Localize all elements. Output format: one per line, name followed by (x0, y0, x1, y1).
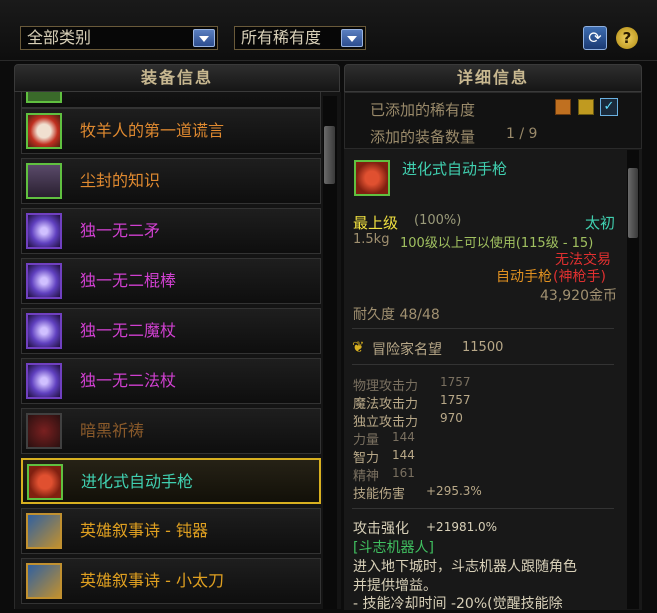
item-price: 43,920金币 (540, 288, 617, 304)
tooltip-scrollbar-thumb[interactable] (628, 168, 638, 238)
stat-value: 144 (392, 448, 415, 462)
stat-value: 161 (392, 466, 415, 480)
item-name: 英雄叙事诗 - 小太刀 (80, 571, 224, 590)
item-name: 独一无二矛 (80, 221, 161, 240)
effect-description: 进入地下城时，斗志机器人跟随角色 (353, 559, 577, 575)
stat-label: 技能伤害 (353, 487, 406, 502)
item-grade: 最上级 (353, 214, 399, 232)
list-item[interactable]: 独一无二矛 (21, 208, 321, 254)
item-durability: 耐久度 48/48 (353, 307, 440, 323)
fame-label: 冒险家名望 (372, 342, 442, 358)
item-type: 自动手枪 (496, 269, 552, 285)
stat-label: 物理攻击力 (353, 379, 419, 394)
sheep-mask-icon (26, 113, 62, 149)
stat-label: 精神 (353, 469, 380, 484)
staff-orb-icon (26, 363, 62, 399)
wand-orb-icon (26, 313, 62, 349)
item-tier: 太初 (585, 214, 616, 232)
divider (352, 328, 614, 329)
item-name: 牧羊人的第一道谎言 (80, 121, 225, 140)
added-rarity-label: 已添加的稀有度 (370, 101, 476, 119)
rarity-value: 所有稀有度 (241, 28, 322, 47)
equipment-list: 牧羊人的第一道谎言 尘封的知识 独一无二矛 独一无二棍棒 独一无二魔杖 独一无二… (14, 92, 341, 609)
chevron-down-icon[interactable] (193, 29, 215, 47)
stat-label: 力量 (353, 433, 380, 448)
list-item[interactable] (21, 92, 321, 108)
fame-value: 11500 (462, 340, 504, 355)
list-item[interactable]: 独一无二法杖 (21, 358, 321, 404)
list-item-selected[interactable]: 进化式自动手枪 (21, 458, 321, 504)
item-weight: 1.5kg (353, 232, 390, 247)
effect-description: 并提供增益。 (353, 578, 437, 594)
help-icon[interactable]: ? (616, 27, 638, 49)
category-dropdown[interactable]: 全部类别 (20, 26, 218, 50)
stat-label: 独立攻击力 (353, 415, 419, 430)
attack-boost-label: 攻击强化 (353, 521, 409, 537)
item-name: 独一无二魔杖 (80, 321, 177, 340)
item-name: 英雄叙事诗 - 钝器 (80, 521, 208, 540)
item-grade-pct: (100%) (414, 213, 462, 228)
auto-pistol-icon (354, 160, 390, 196)
effect-description: - 技能冷却时间 -20%(觉醒技能除 (353, 596, 563, 612)
refresh-icon[interactable]: ⟳ (583, 26, 607, 50)
item-name: 暗黑祈祷 (80, 421, 145, 440)
rarity-swatch-gold[interactable] (578, 99, 594, 115)
hero-blunt-icon (26, 513, 62, 549)
club-orb-icon (26, 263, 62, 299)
list-item[interactable]: 独一无二魔杖 (21, 308, 321, 354)
item-icon (26, 92, 62, 103)
item-name: 独一无二法杖 (80, 371, 177, 390)
item-name: 尘封的知识 (80, 171, 161, 190)
equipment-info-header: 装备信息 (14, 64, 340, 92)
stat-value: +295.3% (426, 484, 482, 498)
robot-name: [斗志机器人] (353, 540, 434, 556)
auto-pistol-icon (27, 464, 63, 500)
list-item[interactable]: 英雄叙事诗 - 钝器 (21, 508, 321, 554)
fame-icon: ❦ (352, 338, 365, 356)
item-name: 独一无二棍棒 (80, 271, 177, 290)
added-count-label: 添加的装备数量 (370, 128, 476, 146)
divider (352, 508, 614, 509)
list-item[interactable]: 英雄叙事诗 - 小太刀 (21, 558, 321, 604)
attack-boost-value: +21981.0% (426, 520, 498, 534)
spear-orb-icon (26, 213, 62, 249)
category-value: 全部类别 (27, 28, 92, 47)
list-item[interactable]: 独一无二棍棒 (21, 258, 321, 304)
dusty-box-icon (26, 163, 62, 199)
stat-value: 144 (392, 430, 415, 444)
list-item[interactable]: 尘封的知识 (21, 158, 321, 204)
list-item[interactable]: 暗黑祈祷 (21, 408, 321, 454)
divider (352, 364, 614, 365)
rarity-dropdown[interactable]: 所有稀有度 (234, 26, 366, 50)
stat-value: 970 (440, 411, 463, 425)
list-scrollbar-thumb[interactable] (324, 126, 335, 184)
item-class: (神枪手) (553, 269, 606, 285)
stat-value: 1757 (440, 375, 471, 389)
stat-label: 魔法攻击力 (353, 397, 419, 412)
dark-prayer-icon (26, 413, 62, 449)
item-name: 进化式自动手枪 (81, 472, 194, 491)
rarity-swatch-orange[interactable] (555, 99, 571, 115)
checkbox-checked-icon[interactable]: ✓ (600, 98, 618, 116)
added-count-value: 1 / 9 (506, 126, 538, 142)
chevron-down-icon[interactable] (341, 29, 363, 47)
hero-kodachi-icon (26, 563, 62, 599)
detail-info-header: 详细信息 (344, 64, 642, 92)
stat-value: 1757 (440, 393, 471, 407)
tooltip-item-name: 进化式自动手枪 (402, 160, 508, 178)
stat-label: 智力 (353, 451, 380, 466)
list-item[interactable]: 牧羊人的第一道谎言 (21, 108, 321, 154)
